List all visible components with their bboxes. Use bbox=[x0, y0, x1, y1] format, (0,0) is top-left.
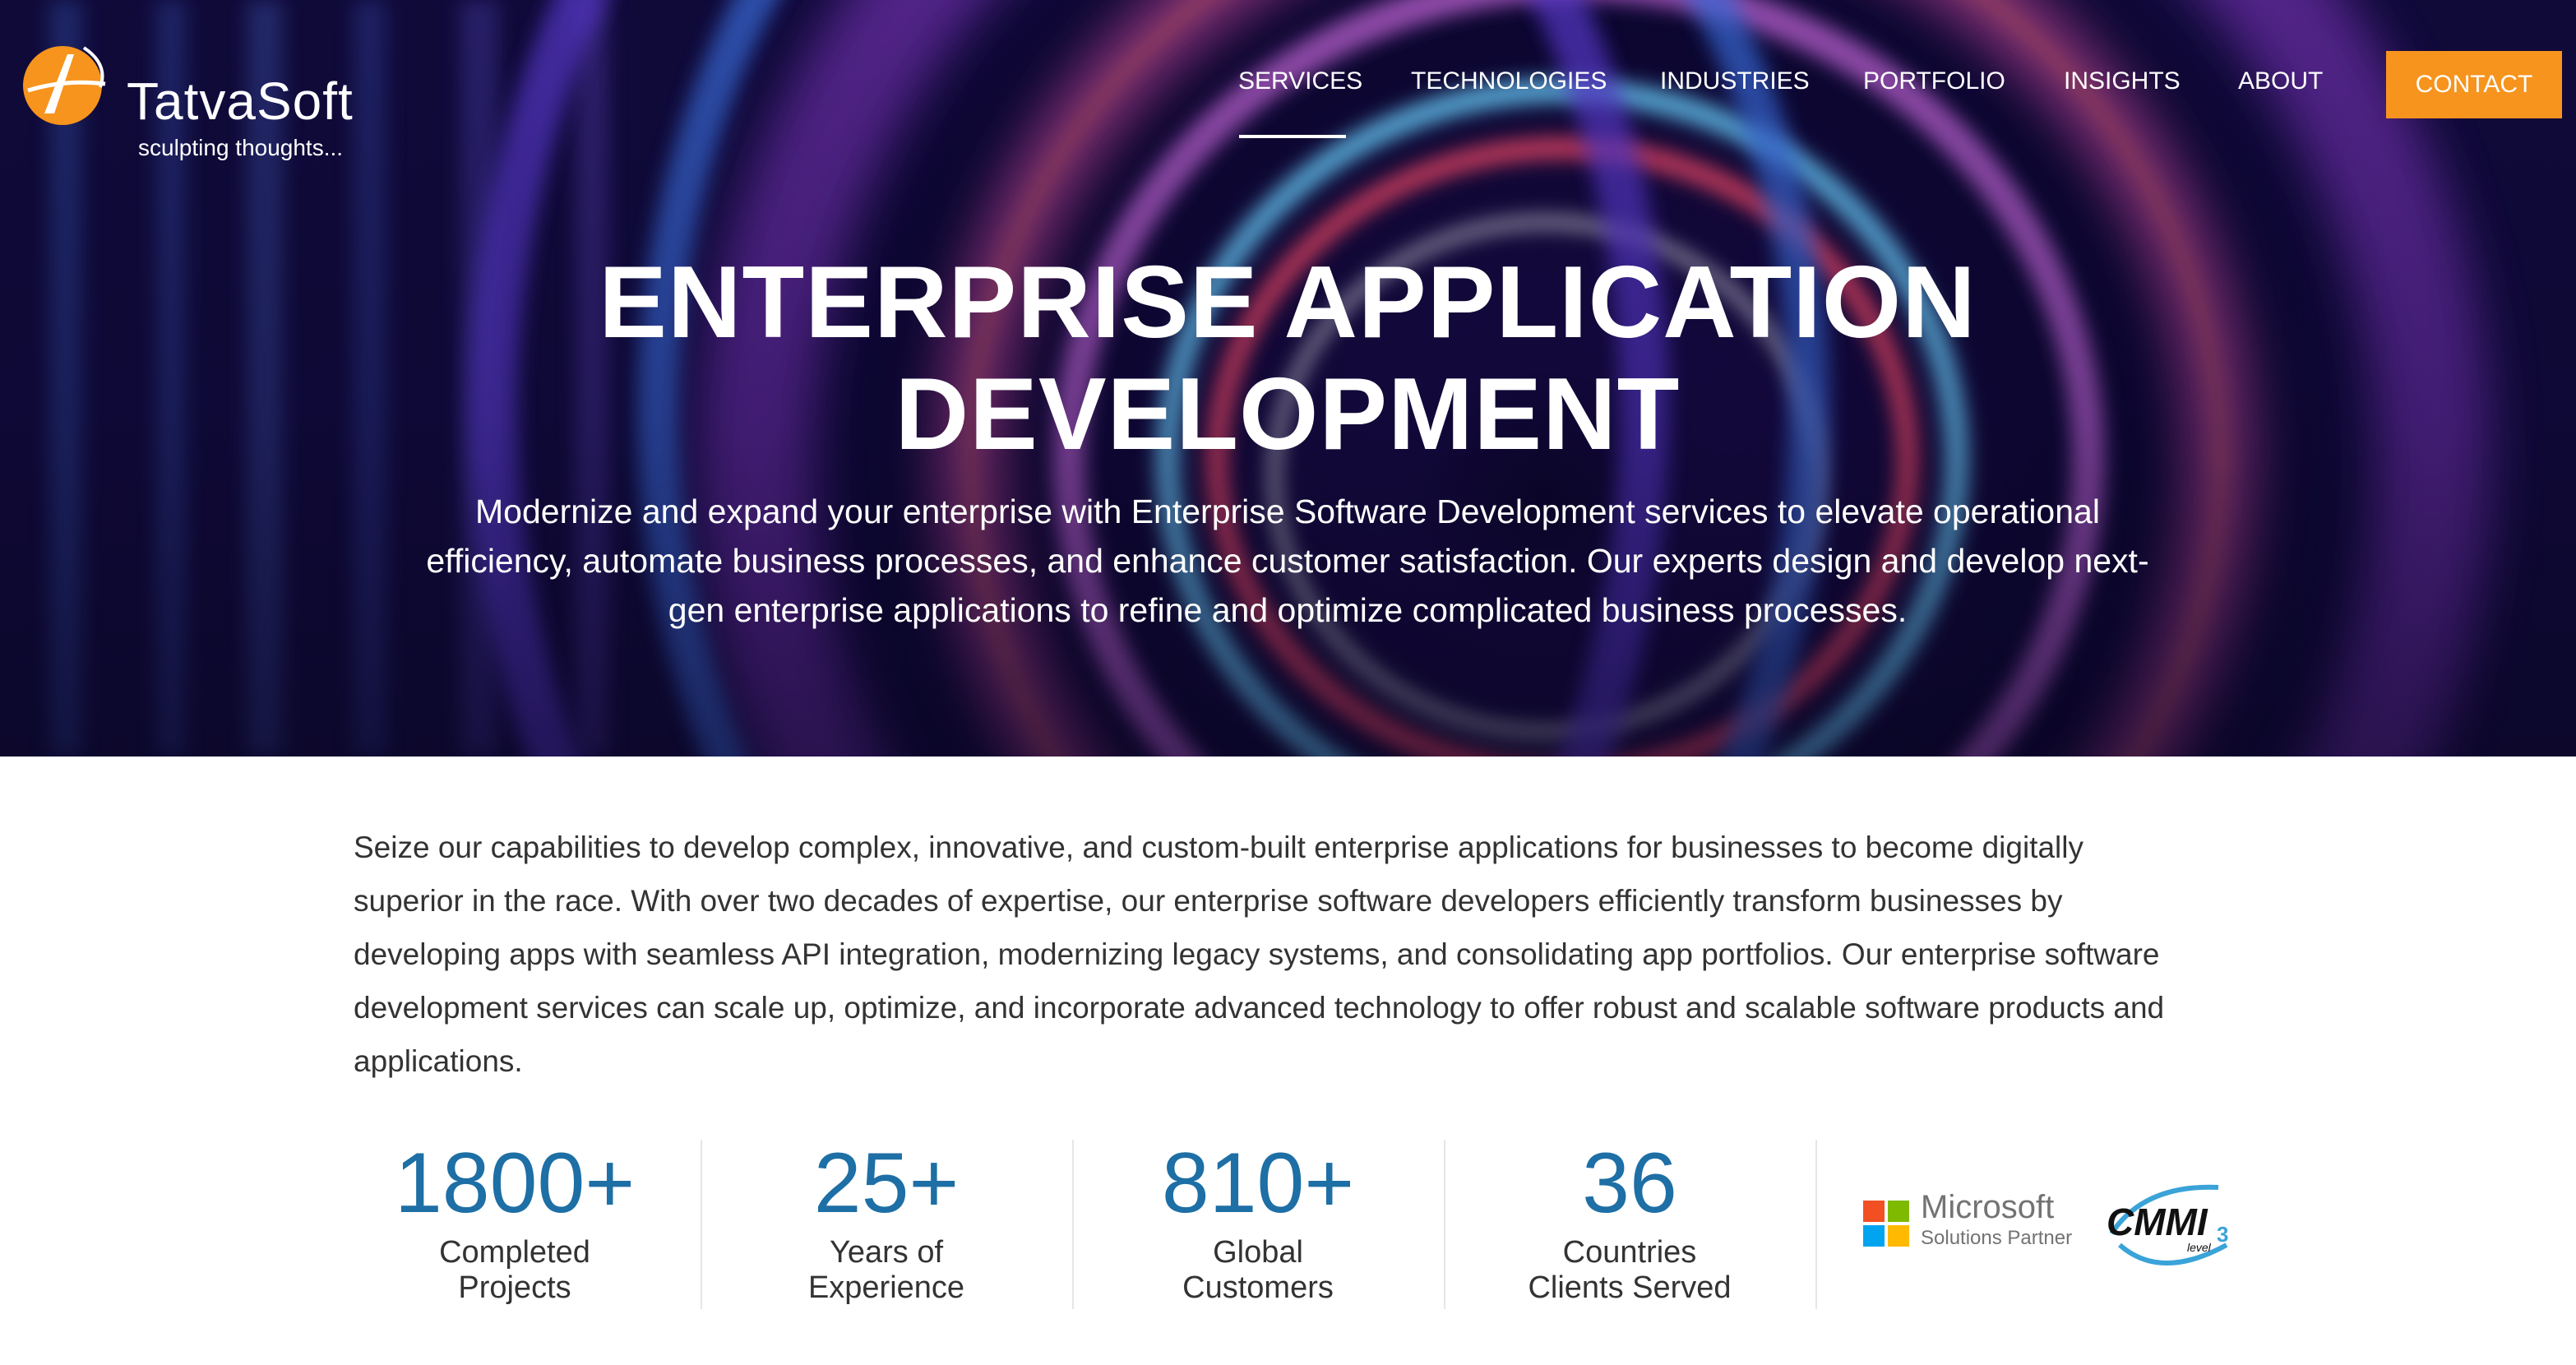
stat-value: 1800+ bbox=[394, 1136, 636, 1231]
stat-countries-served: 36 Countries Clients Served bbox=[1445, 1131, 1815, 1306]
cmmi-level-number: 3 bbox=[2217, 1222, 2228, 1247]
nav-item-technologies[interactable]: TECHNOLOGIES bbox=[1411, 67, 1607, 95]
stat-completed-projects: 1800+ Completed Projects bbox=[330, 1131, 700, 1306]
nav-item-about[interactable]: ABOUT bbox=[2238, 67, 2323, 95]
cmmi-level-3-badge: CMMI level 3 bbox=[2107, 1184, 2228, 1266]
stat-label-line-2: Experience bbox=[807, 1270, 965, 1305]
page-title: ENTERPRISE APPLICATION DEVELOPMENT bbox=[465, 247, 2110, 470]
contact-button[interactable]: CONTACT bbox=[2386, 51, 2562, 118]
cmmi-level-word: level bbox=[2187, 1241, 2212, 1254]
hero-subtitle: Modernize and expand your enterprise wit… bbox=[383, 487, 2192, 635]
main-navigation: SERVICES TECHNOLOGIES INDUSTRIES PORTFOL… bbox=[0, 67, 2576, 117]
page-title-line-2: DEVELOPMENT bbox=[895, 358, 1681, 471]
intro-line-1: Seize our capabilities to develop comple… bbox=[354, 831, 2083, 864]
stat-label-line-2: Clients Served bbox=[1528, 1270, 1732, 1305]
hero-subtitle-line-3: gen enterprise applications to refine an… bbox=[668, 591, 1908, 629]
stat-label-line-2: Customers bbox=[1182, 1270, 1334, 1305]
microsoft-logo-icon bbox=[1863, 1201, 1909, 1247]
stat-label-line-2: Projects bbox=[458, 1270, 571, 1305]
stat-value: 36 bbox=[1582, 1136, 1677, 1231]
intro-line-2: superior in the race. With over two deca… bbox=[354, 884, 2063, 918]
microsoft-partner-label: Solutions Partner bbox=[1921, 1227, 2073, 1249]
nav-item-insights[interactable]: INSIGHTS bbox=[2064, 67, 2181, 95]
stat-label-line-1: Global bbox=[1213, 1235, 1303, 1270]
intro-paragraph: Seize our capabilities to develop comple… bbox=[354, 821, 2236, 1088]
nav-item-industries[interactable]: INDUSTRIES bbox=[1660, 67, 1810, 95]
nav-item-portfolio[interactable]: PORTFOLIO bbox=[1863, 67, 2005, 95]
page-title-line-1: ENTERPRISE APPLICATION bbox=[599, 246, 1977, 359]
nav-item-services[interactable]: SERVICES bbox=[1238, 67, 1362, 95]
nav-active-indicator bbox=[1239, 135, 1346, 138]
stat-divider bbox=[1815, 1140, 1817, 1309]
hero-subtitle-line-2: efficiency, automate business processes,… bbox=[426, 542, 2149, 580]
brand-tagline: sculpting thoughts... bbox=[138, 135, 344, 160]
microsoft-name: Microsoft bbox=[1921, 1189, 2055, 1225]
intro-line-4: development services can scale up, optim… bbox=[354, 991, 2165, 1025]
intro-line-5: applications. bbox=[354, 1044, 523, 1078]
stat-label-line-1: Countries bbox=[1562, 1235, 1697, 1270]
stat-label-line-1: Completed bbox=[439, 1235, 590, 1270]
hero-banner: TatvaSoft sculpting thoughts... SERVICES… bbox=[0, 0, 2576, 757]
stat-label-line-1: Years of bbox=[829, 1235, 944, 1270]
intro-line-3: developing apps with seamless API integr… bbox=[354, 937, 2160, 971]
stat-global-customers: 810+ Global Customers bbox=[1073, 1131, 1443, 1306]
stat-value: 25+ bbox=[813, 1136, 960, 1231]
stat-value: 810+ bbox=[1161, 1136, 1355, 1231]
stat-years-experience: 25+ Years of Experience bbox=[701, 1131, 1071, 1306]
hero-subtitle-line-1: Modernize and expand your enterprise wit… bbox=[475, 493, 2100, 530]
cmmi-text: CMMI bbox=[2107, 1201, 2208, 1243]
